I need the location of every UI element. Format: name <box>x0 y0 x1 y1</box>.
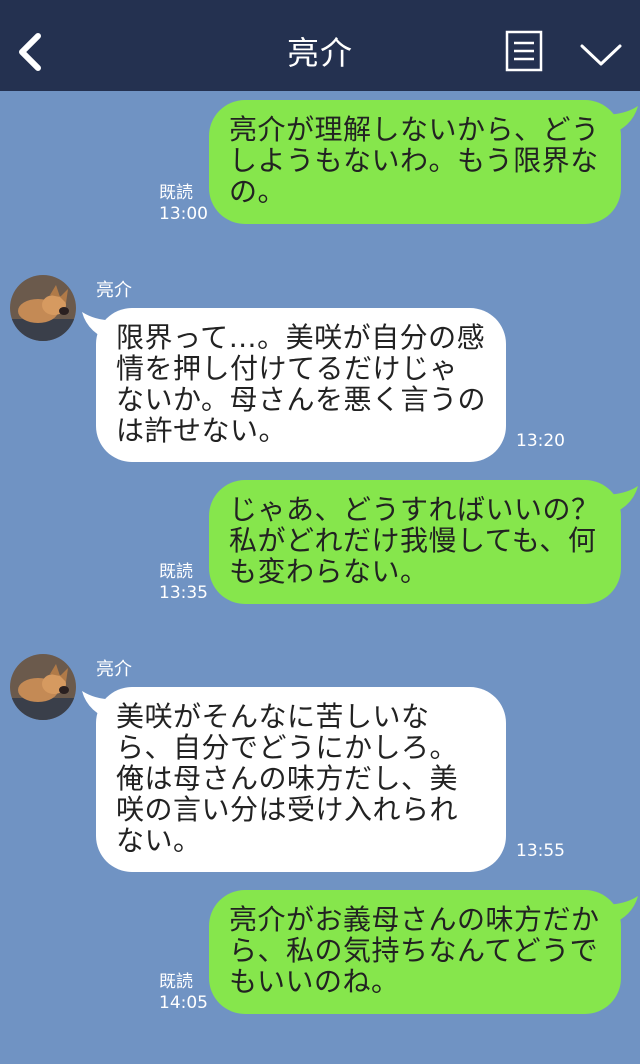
chat-header: 亮介 <box>0 0 640 91</box>
read-receipt: 既読 <box>159 183 193 203</box>
chevron-down-icon[interactable] <box>578 40 624 68</box>
message-bubble[interactable]: 亮介が理解しないから、どうしようもないわ。もう限界なの。 <box>209 100 621 224</box>
message-text: 美咲がそんなに苦しいなら、自分でどうにかしろ。俺は母さんの味方だし、美咲の言い分… <box>116 700 459 857</box>
message-time: 13:20 <box>516 431 565 451</box>
message-meta: 既読 13:00 <box>159 183 208 225</box>
read-receipt: 既読 <box>159 562 193 582</box>
message-time: 13:55 <box>516 841 565 861</box>
chat-title: 亮介 <box>286 34 353 72</box>
message-time: 14:05 <box>159 993 208 1013</box>
chevron-left-icon[interactable] <box>14 30 48 74</box>
sender-name: 亮介 <box>96 280 132 301</box>
message-text: じゃあ、どうすればいいの？私がどれだけ我慢しても、何も変わらない。 <box>229 493 600 588</box>
message-text: 限界って…。美咲が自分の感情を押し付けてるだけじゃないか。母さんを悪く言うのは許… <box>116 321 486 447</box>
message-time: 13:00 <box>159 204 208 224</box>
message-bubble[interactable]: じゃあ、どうすればいいの？私がどれだけ我慢しても、何も変わらない。 <box>209 480 621 604</box>
message-text: 亮介がお義母さんの味方だから、私の気持ちなんてどうでもいいのね。 <box>229 903 600 998</box>
read-receipt: 既読 <box>159 972 193 992</box>
avatar[interactable] <box>10 654 76 720</box>
message-meta: 既読 13:35 <box>159 562 208 604</box>
avatar[interactable] <box>10 275 76 341</box>
message-meta: 既読 14:05 <box>159 972 208 1014</box>
notes-icon[interactable] <box>505 30 543 72</box>
message-time: 13:35 <box>159 583 208 603</box>
message-bubble[interactable]: 亮介がお義母さんの味方だから、私の気持ちなんてどうでもいいのね。 <box>209 890 621 1014</box>
sender-name: 亮介 <box>96 659 132 680</box>
message-text: 亮介が理解しないから、どうしようもないわ。もう限界なの。 <box>229 113 600 208</box>
dog-avatar-icon <box>10 275 76 341</box>
dog-avatar-icon <box>10 654 76 720</box>
message-bubble[interactable]: 美咲がそんなに苦しいなら、自分でどうにかしろ。俺は母さんの味方だし、美咲の言い分… <box>96 687 506 872</box>
message-bubble[interactable]: 限界って…。美咲が自分の感情を押し付けてるだけじゃないか。母さんを悪く言うのは許… <box>96 308 506 462</box>
